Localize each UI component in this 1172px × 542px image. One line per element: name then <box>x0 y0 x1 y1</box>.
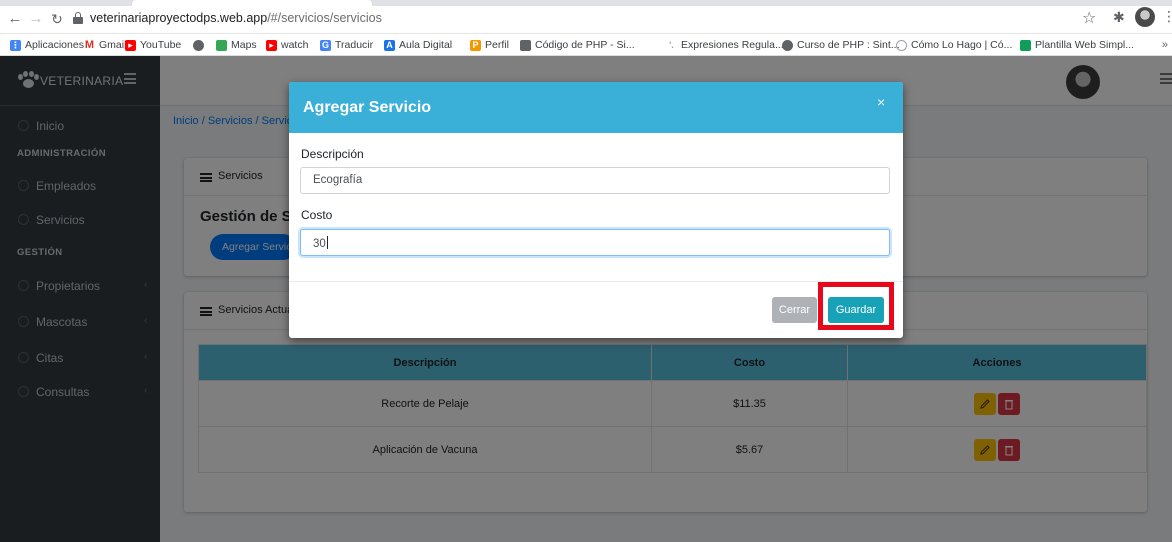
close-icon[interactable]: × <box>877 94 885 110</box>
url-host: veterinariaproyectodps.web.app <box>90 11 268 25</box>
bookmark-label: Curso de PHP : Sint... <box>797 39 900 51</box>
bookmark-label: Gmail <box>99 39 127 51</box>
bookmark-label: Plantilla Web Simpl... <box>1035 39 1135 51</box>
bookmark-label: Aula Digital <box>399 39 453 51</box>
bookmark-label: Perfil <box>485 39 509 51</box>
globe-icon <box>782 39 793 51</box>
guardar-highlight-box <box>818 282 894 330</box>
aula-icon: A <box>384 39 395 51</box>
bookmark-youtube[interactable]: ▸ YouTube <box>125 38 181 52</box>
add-service-modal: Agregar Servicio × Descripción Ecografía… <box>289 82 903 338</box>
bookmark-watch[interactable]: ▸ watch <box>266 38 308 52</box>
globe-icon <box>193 39 204 51</box>
descripcion-label: Descripción <box>301 147 364 161</box>
bookmark-maps[interactable]: Maps <box>216 38 257 52</box>
profile-avatar-icon[interactable] <box>1135 7 1155 27</box>
apps-grid-icon: ⋮ <box>10 39 21 51</box>
back-icon[interactable]: ← <box>6 10 24 28</box>
modal-title: Agregar Servicio <box>303 99 432 116</box>
bookmark-label: YouTube <box>140 39 182 51</box>
perfil-icon: P <box>470 39 481 51</box>
bookmark-label: Expresiones Regula... <box>681 39 784 51</box>
browser-menu-icon[interactable]: ⋮ <box>1162 8 1172 25</box>
descripcion-input[interactable]: Ecografía <box>300 167 890 194</box>
reload-icon[interactable]: ↻ <box>48 10 66 28</box>
url-text[interactable]: veterinariaproyectodps.web.app/#/servici… <box>90 11 382 25</box>
gmail-icon: M <box>84 38 95 51</box>
costo-input[interactable]: 30 <box>300 229 890 256</box>
youtube-icon: ▸ <box>125 39 136 51</box>
cerrar-button[interactable]: Cerrar <box>772 297 817 323</box>
descripcion-value: Ecografía <box>313 174 363 186</box>
bookmark-label: Maps <box>231 39 257 51</box>
site-icon <box>896 39 907 51</box>
bookmark-aplicaciones[interactable]: ⋮ Aplicaciones <box>10 38 84 52</box>
bookmark-label: Traducir <box>335 39 374 51</box>
translate-icon: G <box>320 39 331 51</box>
active-tab[interactable] <box>132 0 372 6</box>
lock-icon[interactable] <box>73 12 83 25</box>
bookmarks-bar: ⋮ Aplicaciones M Gmail ▸ YouTube Maps ▸ watc… <box>0 34 1172 56</box>
maps-icon <box>216 39 227 51</box>
url-path: /#/servicios/servicios <box>267 11 382 25</box>
youtube-icon: ▸ <box>266 39 277 51</box>
modal-footer-divider <box>289 281 903 282</box>
costo-value: 30 <box>313 238 326 250</box>
bookmark-label: Código de PHP - Si... <box>535 39 635 51</box>
bookmarks-more-icon[interactable]: » <box>1162 39 1168 51</box>
browser-toolbar: ← → ↻ veterinariaproyectodps.web.app/#/s… <box>0 0 1172 34</box>
forward-icon[interactable]: → <box>27 10 45 28</box>
bookmark-globe[interactable] <box>193 38 208 52</box>
bookmark-perfil[interactable]: P Perfil <box>470 38 509 52</box>
bookmark-label: Cómo Lo Hago | Có... <box>911 39 1013 51</box>
bookmark-plantilla[interactable]: Plantilla Web Simpl... <box>1020 38 1134 52</box>
bookmark-label: watch <box>281 39 309 51</box>
modal-header: Agregar Servicio × <box>289 82 903 133</box>
php-icon <box>520 39 531 51</box>
bookmark-aula-digital[interactable]: A Aula Digital <box>384 38 452 52</box>
bookmark-php[interactable]: Código de PHP - Si... <box>520 38 635 52</box>
costo-label: Costo <box>301 208 333 222</box>
bookmark-regex[interactable]: '. Expresiones Regula... <box>666 38 784 52</box>
bookmark-label: Aplicaciones <box>25 39 84 51</box>
bookmark-gmail[interactable]: M Gmail <box>84 38 127 52</box>
tab-strip <box>0 0 1172 6</box>
text-caret <box>326 236 328 249</box>
bookmark-como-lo-hago[interactable]: Cómo Lo Hago | Có... <box>896 38 1012 52</box>
extensions-icon[interactable]: ✱ <box>1113 9 1125 26</box>
bookmark-traducir[interactable]: G Traducir <box>320 38 373 52</box>
template-icon <box>1020 39 1031 51</box>
bookmark-star-icon[interactable]: ☆ <box>1082 8 1096 28</box>
bookmark-curso-php[interactable]: Curso de PHP : Sint... <box>782 38 900 52</box>
regex-icon: '. <box>669 39 674 50</box>
